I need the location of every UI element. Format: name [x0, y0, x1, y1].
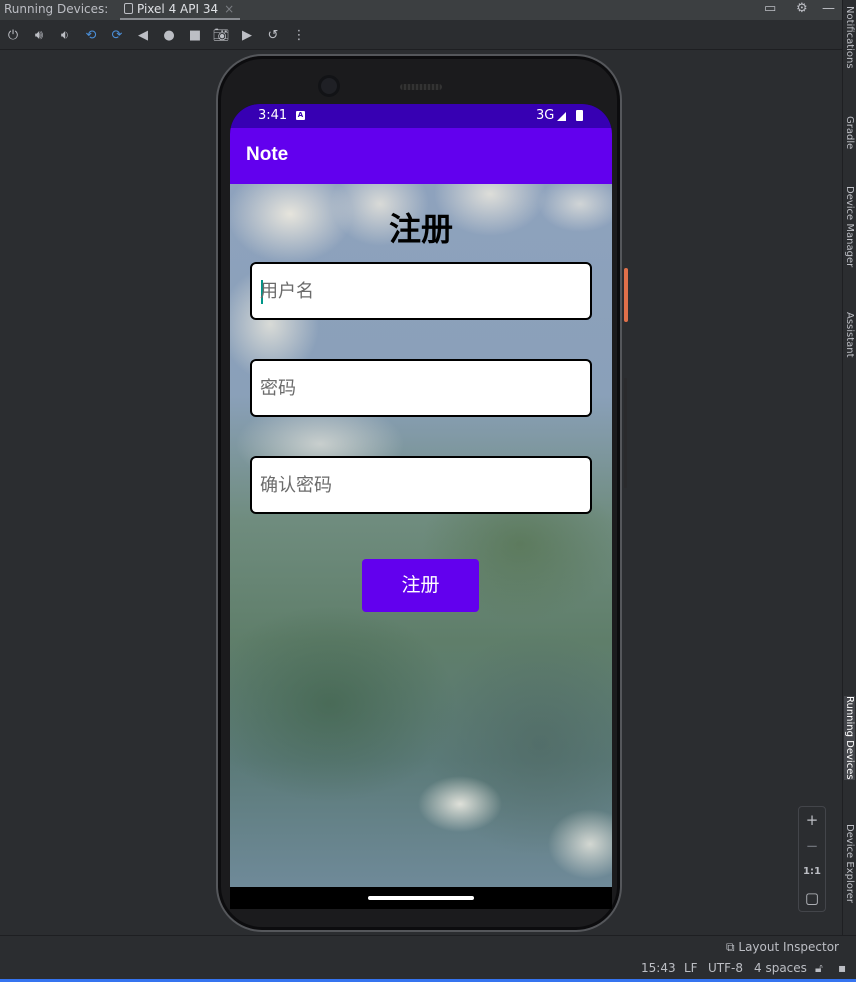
power-side-button[interactable]	[624, 268, 628, 322]
ide-window: Running Devices: Pixel 4 API 34 × ▭ ⚙ — ⏻…	[0, 0, 856, 982]
password-input[interactable]	[260, 361, 580, 415]
file-encoding[interactable]: UTF-8	[708, 961, 743, 975]
device-toolbar: ⏻ 🔊︎ 🔉︎ ⟲ ⟳ ◀ ● ■ 📷︎ ▶ ↺ ⋮	[0, 22, 842, 50]
running-devices-tool[interactable]: Running Devices	[844, 696, 855, 780]
notification-a-icon: A	[296, 111, 305, 120]
confirm-password-field[interactable]	[250, 456, 592, 514]
snapshot-icon[interactable]: ↺	[264, 27, 282, 45]
zoom-controls: + − 1:1 ▢	[798, 806, 826, 912]
close-icon[interactable]: ×	[224, 2, 234, 16]
phone-frame: 3:41 A 3G Note 注册 用户名 注册	[216, 54, 628, 932]
right-tool-stripe: Notifications Gradle Device Manager Assi…	[842, 0, 856, 935]
confirm-password-input[interactable]	[260, 458, 580, 512]
assistant-tool[interactable]: Assistant	[844, 312, 855, 358]
signal-icon	[557, 112, 566, 121]
device-manager-tool[interactable]: Device Manager	[844, 186, 855, 267]
running-devices-tabbar: Running Devices: Pixel 4 API 34 × ▭ ⚙ —	[0, 0, 842, 20]
android-status-bar: 3:41 A 3G	[230, 104, 612, 128]
volume-up-icon[interactable]: 🔊︎	[30, 27, 48, 45]
register-page: 注册 注册	[230, 184, 612, 887]
network-type: 3G	[536, 108, 555, 123]
screen-record-icon[interactable]: ▶	[238, 27, 256, 45]
battery-icon	[576, 110, 583, 121]
line-separator[interactable]: LF	[684, 961, 698, 975]
notifications-icon[interactable]: ▪	[838, 961, 846, 975]
home-gesture-handle[interactable]	[368, 896, 474, 900]
device-tab[interactable]: Pixel 4 API 34 ×	[120, 0, 241, 20]
home-icon[interactable]: ●	[160, 27, 178, 45]
phone-icon	[124, 3, 133, 14]
camera-icon	[321, 78, 337, 94]
more-icon[interactable]: ⋮	[290, 27, 308, 45]
back-icon[interactable]: ◀	[134, 27, 152, 45]
page-title: 注册	[388, 210, 453, 248]
ide-status-bar: 15:43 LF UTF-8 4 spaces 🔓︎ ▪	[0, 957, 856, 982]
device-screen: 3:41 A 3G Note 注册 用户名 注册	[230, 104, 612, 909]
panel-title: Running Devices:	[4, 2, 109, 16]
app-title: Note	[246, 144, 289, 165]
zoom-in-button[interactable]: +	[799, 807, 825, 833]
zoom-actual-size-button[interactable]: 1:1	[799, 859, 825, 885]
overview-icon[interactable]: ■	[186, 27, 204, 45]
device-tab-label: Pixel 4 API 34	[137, 2, 219, 16]
maximize-icon[interactable]: ▭	[764, 1, 776, 16]
indent-setting[interactable]: 4 spaces	[754, 961, 807, 975]
notifications-tool[interactable]: Notifications	[844, 6, 855, 69]
power-icon[interactable]: ⏻	[4, 27, 22, 45]
gradle-tool[interactable]: Gradle	[844, 116, 855, 149]
volume-down-icon[interactable]: 🔉︎	[56, 27, 74, 45]
rotate-left-icon[interactable]: ⟲	[82, 27, 100, 45]
layout-inspector-icon: ⧉	[726, 940, 739, 954]
lock-icon[interactable]: 🔓︎	[815, 961, 823, 976]
status-time: 3:41	[258, 108, 288, 123]
password-field[interactable]	[250, 359, 592, 417]
fit-screen-icon[interactable]: ▢	[799, 885, 825, 911]
username-field[interactable]	[250, 262, 592, 320]
gear-icon[interactable]: ⚙	[796, 1, 808, 16]
layout-inspector-label: Layout Inspector	[738, 940, 839, 954]
speaker-grille	[400, 84, 442, 90]
app-bar: Note	[230, 128, 612, 184]
screenshot-icon[interactable]: 📷︎	[212, 27, 230, 45]
minimize-icon[interactable]: —	[822, 1, 835, 16]
rotate-right-icon[interactable]: ⟳	[108, 27, 126, 45]
tool-status-row: ⧉ Layout Inspector	[0, 935, 856, 957]
zoom-out-button[interactable]: −	[799, 833, 825, 859]
device-explorer-tool[interactable]: Device Explorer	[844, 824, 855, 903]
layout-inspector-link[interactable]: ⧉ Layout Inspector	[726, 940, 839, 955]
volume-side-button[interactable]	[624, 378, 627, 488]
caret-position[interactable]: 15:43	[641, 961, 676, 975]
gesture-nav-bar	[230, 887, 612, 909]
username-input[interactable]	[260, 264, 580, 318]
register-button[interactable]: 注册	[362, 559, 479, 612]
